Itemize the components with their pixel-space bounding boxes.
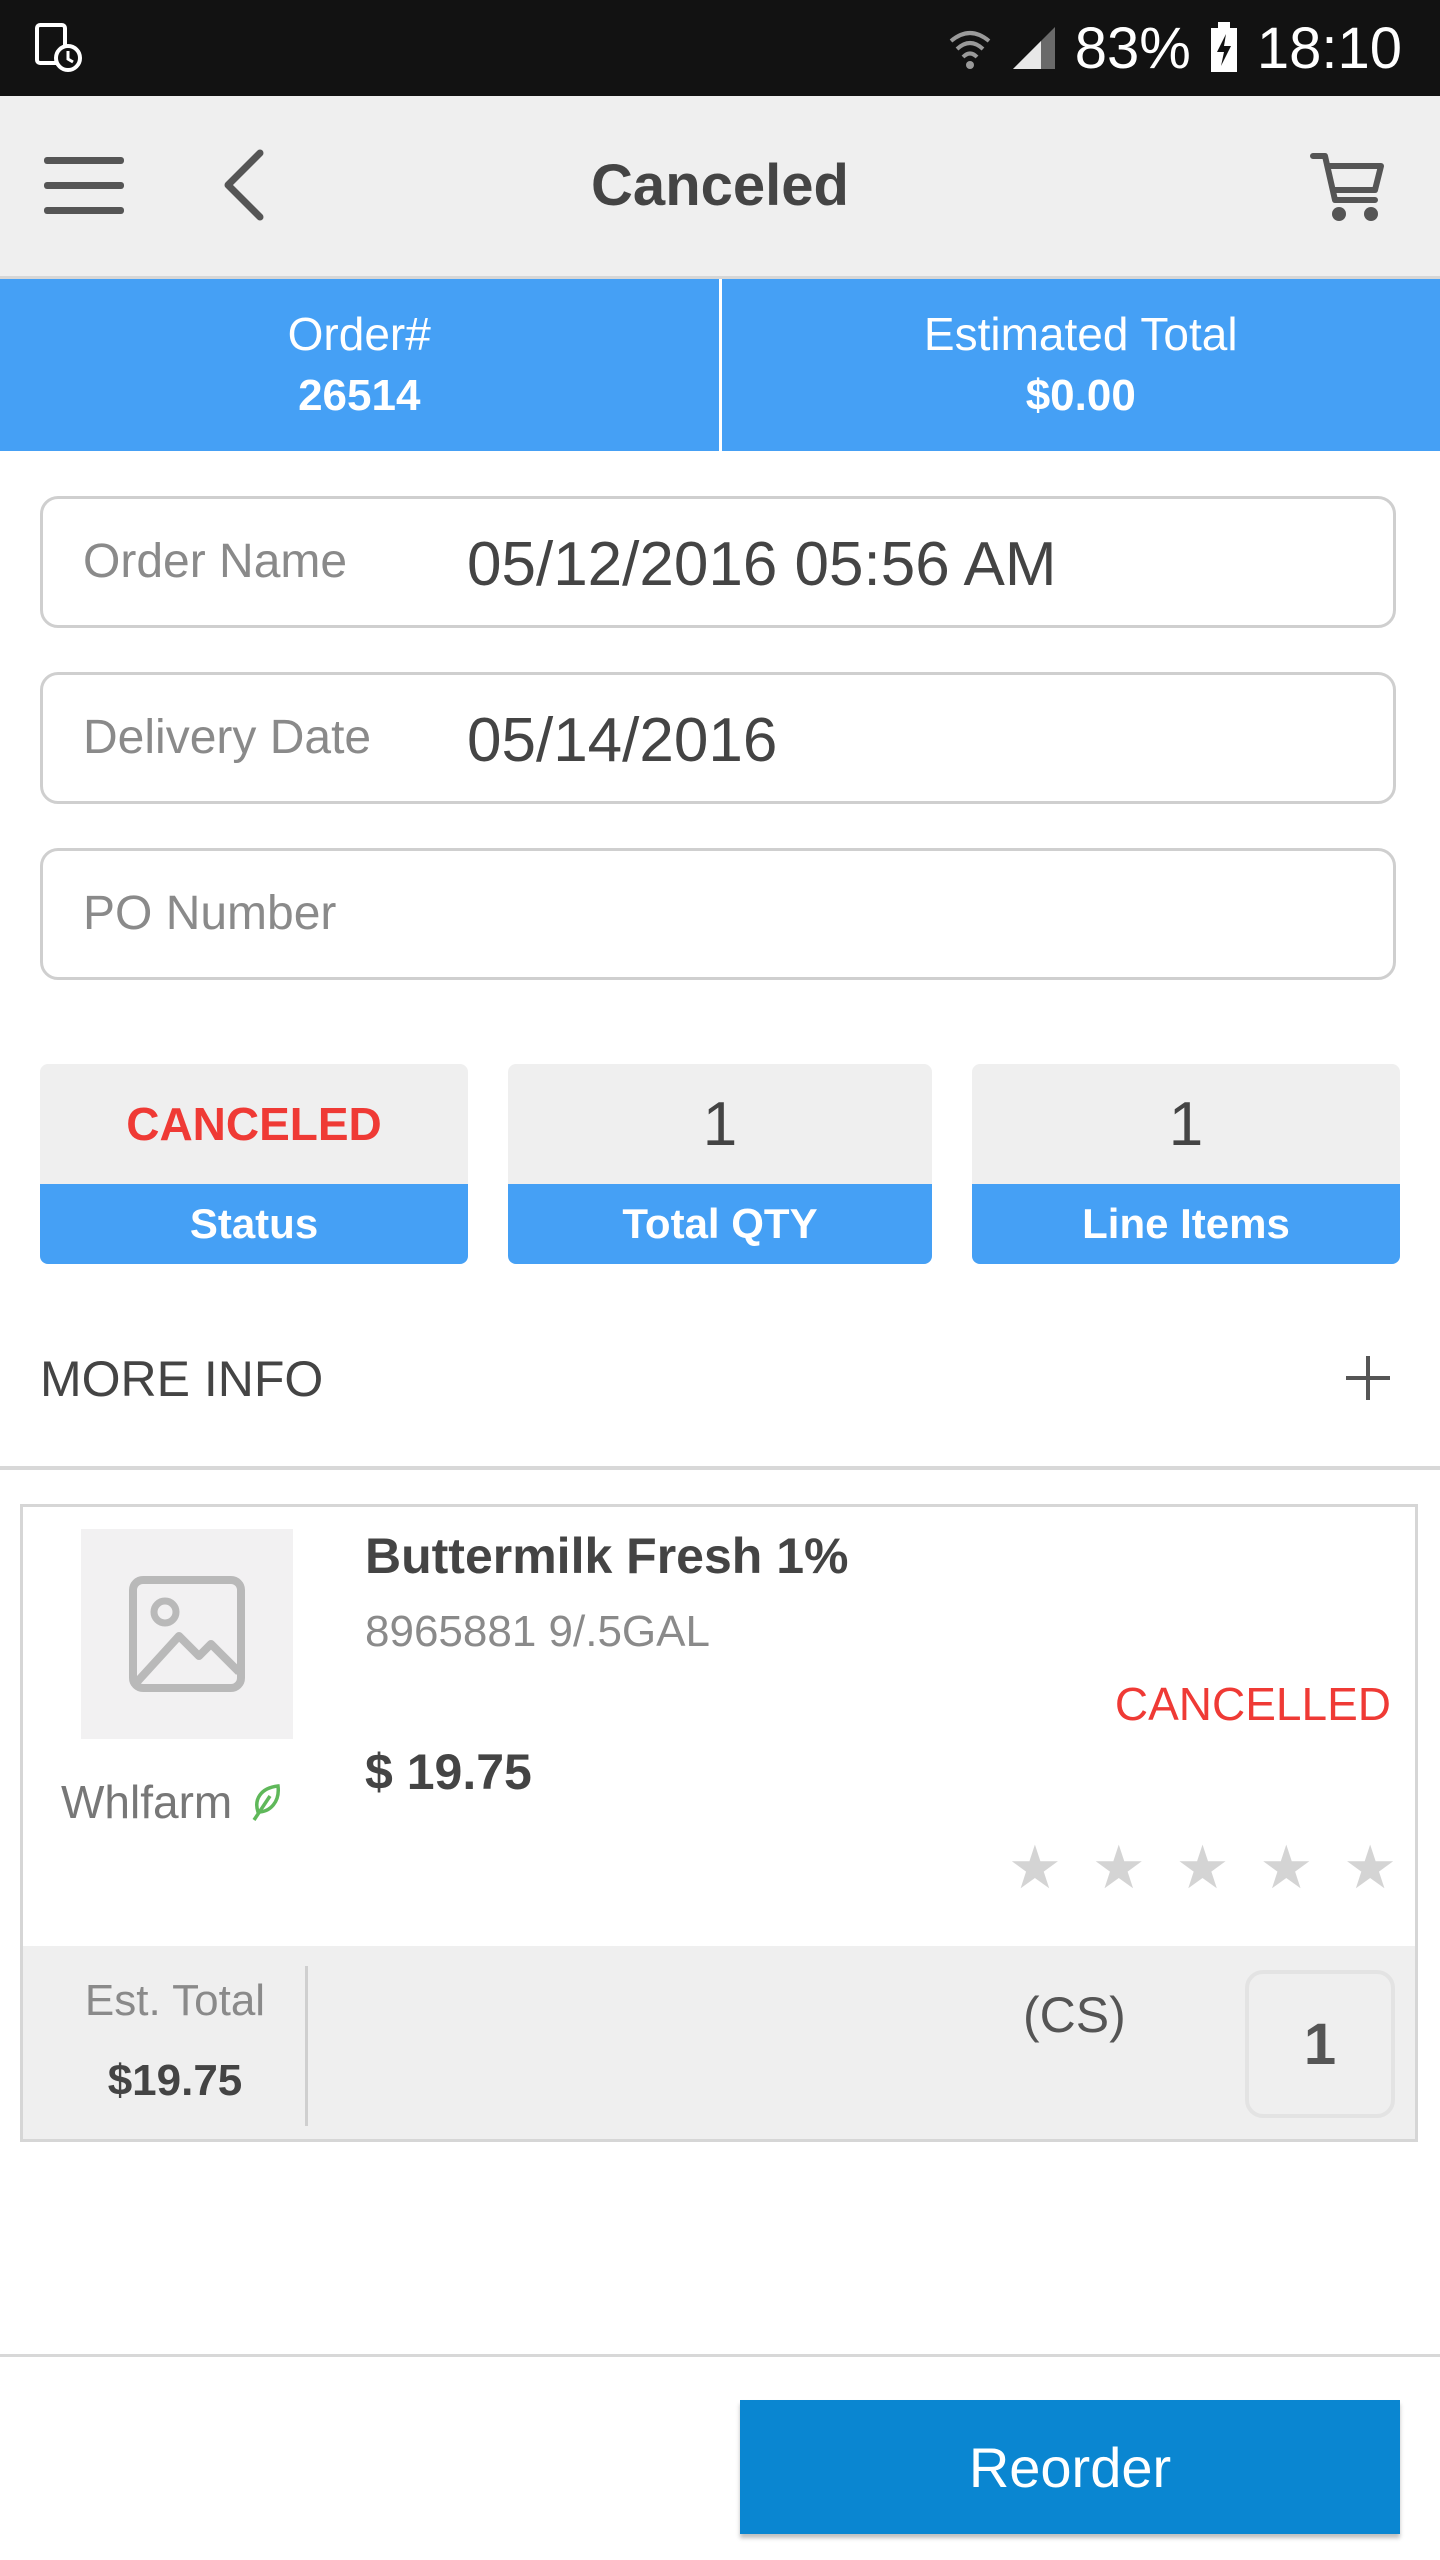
product-code: 8965881 9/.5GAL bbox=[365, 1607, 710, 1656]
est-total-label: Est. Total bbox=[84, 1976, 266, 2025]
total-qty-stat: 1 Total QTY bbox=[508, 1064, 932, 1264]
line-items-value: 1 bbox=[972, 1064, 1400, 1184]
star-icon[interactable]: ★ bbox=[1343, 1833, 1397, 1903]
product-name: Buttermilk Fresh 1% bbox=[365, 1528, 849, 1584]
product-price: $ 19.75 bbox=[365, 1744, 532, 1800]
order-number-value: 26514 bbox=[298, 371, 421, 420]
line-status: CANCELLED bbox=[1114, 1678, 1391, 1730]
battery-percent: 83% bbox=[1074, 15, 1191, 81]
brand-name: Whlfarm bbox=[61, 1776, 233, 1828]
line-item-footer: Est. Total $19.75 (CS) 1 bbox=[23, 1946, 1415, 2139]
line-items-stat: 1 Line Items bbox=[972, 1064, 1400, 1264]
order-number: Order# 26514 bbox=[0, 279, 719, 451]
po-number-field[interactable]: PO Number bbox=[40, 848, 1396, 980]
total-qty-value: 1 bbox=[508, 1064, 932, 1184]
section-divider bbox=[0, 1466, 1440, 1470]
signal-icon bbox=[1012, 27, 1055, 69]
battery-charging-icon bbox=[1210, 22, 1237, 72]
clock: 18:10 bbox=[1256, 15, 1402, 81]
leaf-icon bbox=[252, 1784, 281, 1821]
order-line-item-card[interactable]: Whlfarm Buttermilk Fresh 1% 8965881 9/.5… bbox=[20, 1504, 1418, 2142]
app-bar: Canceled bbox=[0, 96, 1440, 279]
unit-of-measure: (CS) bbox=[1023, 1987, 1126, 2043]
bottom-divider bbox=[0, 2354, 1440, 2357]
footer-divider bbox=[305, 1966, 308, 2126]
po-number-placeholder: PO Number bbox=[83, 887, 337, 940]
order-name-value: 05/12/2016 05:56 AM bbox=[467, 530, 1057, 599]
order-summary-bar: Order# 26514 Estimated Total $0.00 bbox=[0, 279, 1440, 451]
delivery-date-label: Delivery Date bbox=[83, 711, 372, 764]
status-bar: 83% 18:10 bbox=[0, 0, 1440, 96]
wifi-icon bbox=[949, 31, 991, 69]
delivery-date-field[interactable]: Delivery Date 05/14/2016 bbox=[40, 672, 1396, 804]
quantity-field[interactable]: 1 bbox=[1245, 1970, 1395, 2118]
estimated-total: Estimated Total $0.00 bbox=[718, 279, 1440, 451]
star-icon[interactable]: ★ bbox=[1259, 1833, 1313, 1903]
status-stat: CANCELED Status bbox=[40, 1064, 468, 1264]
cart-icon bbox=[1310, 153, 1384, 221]
estimated-total-label: Estimated Total bbox=[923, 308, 1238, 360]
reorder-button[interactable]: Reorder bbox=[740, 2400, 1400, 2534]
rating-stars[interactable]: ★ ★ ★ ★ ★ bbox=[1008, 1833, 1397, 1903]
order-number-label: Order# bbox=[287, 308, 431, 360]
star-icon[interactable]: ★ bbox=[1008, 1833, 1062, 1903]
delivery-date-value: 05/14/2016 bbox=[467, 706, 778, 775]
order-name-label: Order Name bbox=[83, 535, 348, 588]
image-placeholder-icon bbox=[129, 1576, 245, 1692]
estimated-total-value: $0.00 bbox=[1025, 371, 1136, 420]
product-image-placeholder bbox=[81, 1529, 293, 1739]
line-items-label: Line Items bbox=[972, 1184, 1400, 1264]
page-title: Canceled bbox=[591, 153, 849, 218]
star-icon[interactable]: ★ bbox=[1092, 1833, 1146, 1903]
status-value: CANCELED bbox=[40, 1064, 468, 1184]
more-info-label: MORE INFO bbox=[40, 1351, 324, 1407]
est-total-value: $19.75 bbox=[107, 2056, 243, 2105]
product-brand: Whlfarm bbox=[61, 1775, 284, 1829]
plus-icon bbox=[1346, 1356, 1390, 1400]
star-icon[interactable]: ★ bbox=[1176, 1833, 1230, 1903]
status-label: Status bbox=[40, 1184, 468, 1264]
more-info-toggle[interactable]: MORE INFO bbox=[40, 1334, 1400, 1424]
screenshot-notification-icon bbox=[35, 23, 82, 72]
cart-button[interactable] bbox=[1300, 144, 1396, 230]
order-name-field[interactable]: Order Name 05/12/2016 05:56 AM bbox=[40, 496, 1396, 628]
total-qty-label: Total QTY bbox=[508, 1184, 932, 1264]
